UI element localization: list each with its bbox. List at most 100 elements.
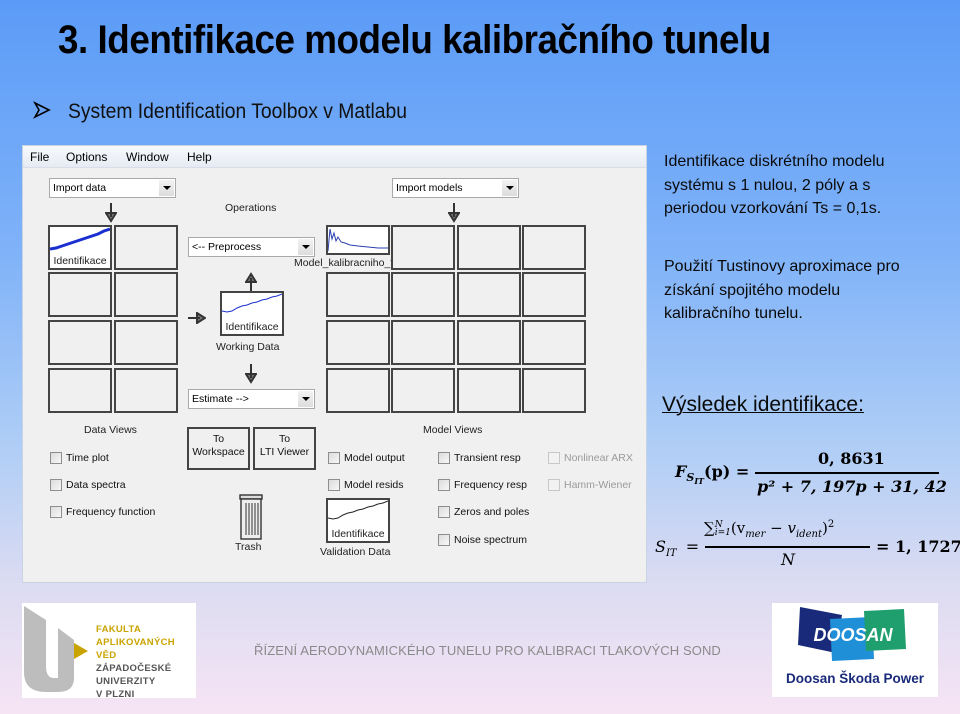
data-cell-label: Identifikace [53, 255, 107, 267]
import-models-dropdown[interactable]: Import models [392, 178, 519, 198]
time-plot-label: Time plot [66, 452, 109, 464]
to-lti-viewer-line1: To [278, 433, 291, 445]
description-line: Identifikace diskrétního modelu [664, 153, 885, 170]
data-spectra-checkbox[interactable] [50, 479, 62, 491]
description-line: Použití Tustinovy aproximace pro [664, 258, 900, 275]
preprocess-dropdown[interactable]: <-- Preprocess [188, 237, 315, 257]
model-cell-empty[interactable] [522, 225, 586, 270]
menu-help[interactable]: Help [187, 150, 212, 164]
doosan-brand-text: DOOSAN [813, 625, 893, 645]
data-cell-empty[interactable] [48, 272, 112, 317]
validation-data-caption: Validation Data [320, 546, 391, 558]
data-cell-empty[interactable] [114, 272, 178, 317]
trash-label: Trash [235, 541, 262, 553]
model-cell-empty[interactable] [391, 320, 455, 365]
model-cell-empty[interactable] [522, 320, 586, 365]
crit-symbol: S [655, 537, 666, 556]
operations-label: Operations [225, 202, 277, 214]
model-resids-checkbox[interactable] [328, 479, 340, 491]
model-output-label: Model output [344, 452, 405, 464]
num-part: − v [765, 519, 796, 537]
data-plot-thumbnail [50, 227, 110, 251]
trash-icon[interactable] [237, 494, 265, 540]
to-workspace-button[interactable]: To Workspace [187, 427, 250, 470]
num-power: 2 [827, 519, 835, 530]
data-cell-empty[interactable] [48, 320, 112, 365]
menu-window[interactable]: Window [126, 150, 169, 164]
chevron-down-icon [298, 239, 313, 255]
zeros-and-poles-checkbox[interactable] [438, 506, 450, 518]
doosan-caption: Doosan Škoda Power [785, 671, 925, 686]
description-line: získání spojitého modelu [664, 281, 841, 299]
data-cell-identifikace[interactable]: Identifikace [48, 225, 112, 270]
menu-file[interactable]: File [30, 150, 49, 164]
chevron-down-icon [502, 180, 517, 196]
doosan-emblem-icon: DOOSAN [798, 607, 906, 661]
slide-title: 3. Identifikace modelu kalibračního tune… [58, 18, 771, 62]
working-data-cell[interactable]: Identifikace [220, 291, 284, 336]
menu-bar: File Options Window Help [23, 146, 646, 168]
fav-zcu-logo: FAKULTA APLIKOVANÝCH VĚD ZÁPADOČESKÉ UNI… [22, 603, 196, 700]
data-cell-empty[interactable] [48, 368, 112, 413]
model-cell-empty[interactable] [391, 225, 455, 270]
noise-spectrum-checkbox[interactable] [438, 534, 450, 546]
model-cell-empty[interactable] [391, 368, 455, 413]
tf-arg: (p) = [704, 462, 750, 481]
to-lti-viewer-button[interactable]: To LTI Viewer [253, 427, 316, 470]
model-cell-empty[interactable] [326, 272, 390, 317]
logo-line: APLIKOVANÝCH VĚD [96, 637, 175, 661]
tf-symbol: F [675, 462, 687, 481]
data-views-title: Data Views [84, 424, 137, 436]
num-part: (v [730, 519, 746, 537]
model-resids-label: Model resids [344, 479, 404, 491]
criterion-fraction-bar [705, 546, 870, 548]
transfer-function-lhs: FSIT(p) = [675, 462, 749, 486]
transient-resp-checkbox[interactable] [438, 452, 450, 464]
working-data-caption: Working Data [216, 341, 280, 353]
logo-line: UNIVERZITY [96, 676, 156, 687]
data-cell-empty[interactable] [114, 368, 178, 413]
description-line: kalibračního tunelu. [664, 305, 803, 322]
chevron-down-icon [298, 391, 313, 407]
data-cell-empty[interactable] [114, 225, 178, 270]
model-cell-empty[interactable] [522, 368, 586, 413]
data-spectra-label: Data spectra [66, 479, 126, 491]
crit-eq: = [685, 537, 700, 556]
validation-data-cell[interactable]: Identifikace [326, 498, 390, 543]
criterion-numerator: ∑ Ni=1 (vmer − vident)2 [704, 519, 834, 540]
model-cell-empty[interactable] [457, 368, 521, 413]
tf-subsub: IT [694, 476, 705, 487]
model-cell-empty[interactable] [457, 272, 521, 317]
model-views-title: Model Views [423, 424, 483, 436]
model-cell-empty[interactable] [326, 320, 390, 365]
logo-line: ZÁPADOČESKÉ [96, 663, 172, 674]
time-plot-checkbox[interactable] [50, 452, 62, 464]
frequency-resp-checkbox[interactable] [438, 479, 450, 491]
data-cell-empty[interactable] [114, 320, 178, 365]
model-cell-empty[interactable] [391, 272, 455, 317]
transfer-function-numerator: 0, 8631 [818, 449, 885, 468]
arrow-down-icon [105, 203, 117, 223]
import-data-dropdown[interactable]: Import data [49, 178, 176, 198]
model-cell-empty[interactable] [326, 368, 390, 413]
nonlinear-arx-checkbox[interactable] [548, 452, 560, 464]
description-line: systému s 1 nulou, 2 póly a s [664, 176, 871, 194]
logo-line: FAKULTA [96, 624, 142, 635]
model-cell-empty[interactable] [457, 320, 521, 365]
zeros-and-poles-label: Zeros and poles [454, 506, 530, 518]
transient-resp-label: Transient resp [454, 452, 521, 464]
working-data-plot-thumbnail [222, 293, 282, 313]
arrow-up-icon [245, 272, 257, 292]
model-cell-empty[interactable] [457, 225, 521, 270]
menu-options[interactable]: Options [66, 150, 107, 164]
estimate-dropdown[interactable]: Estimate --> [188, 389, 315, 409]
model-output-checkbox[interactable] [328, 452, 340, 464]
hamm-wiener-checkbox[interactable] [548, 479, 560, 491]
model-cell-kalibracniho-tunelu[interactable] [326, 225, 390, 255]
validation-data-cell-label: Identifikace [331, 528, 385, 540]
model-cell-empty[interactable] [522, 272, 586, 317]
criterion-value: = 1, 1727 [876, 537, 960, 556]
arrow-down-icon [448, 203, 460, 223]
frequency-function-checkbox[interactable] [50, 506, 62, 518]
import-data-value: Import data [53, 182, 107, 194]
